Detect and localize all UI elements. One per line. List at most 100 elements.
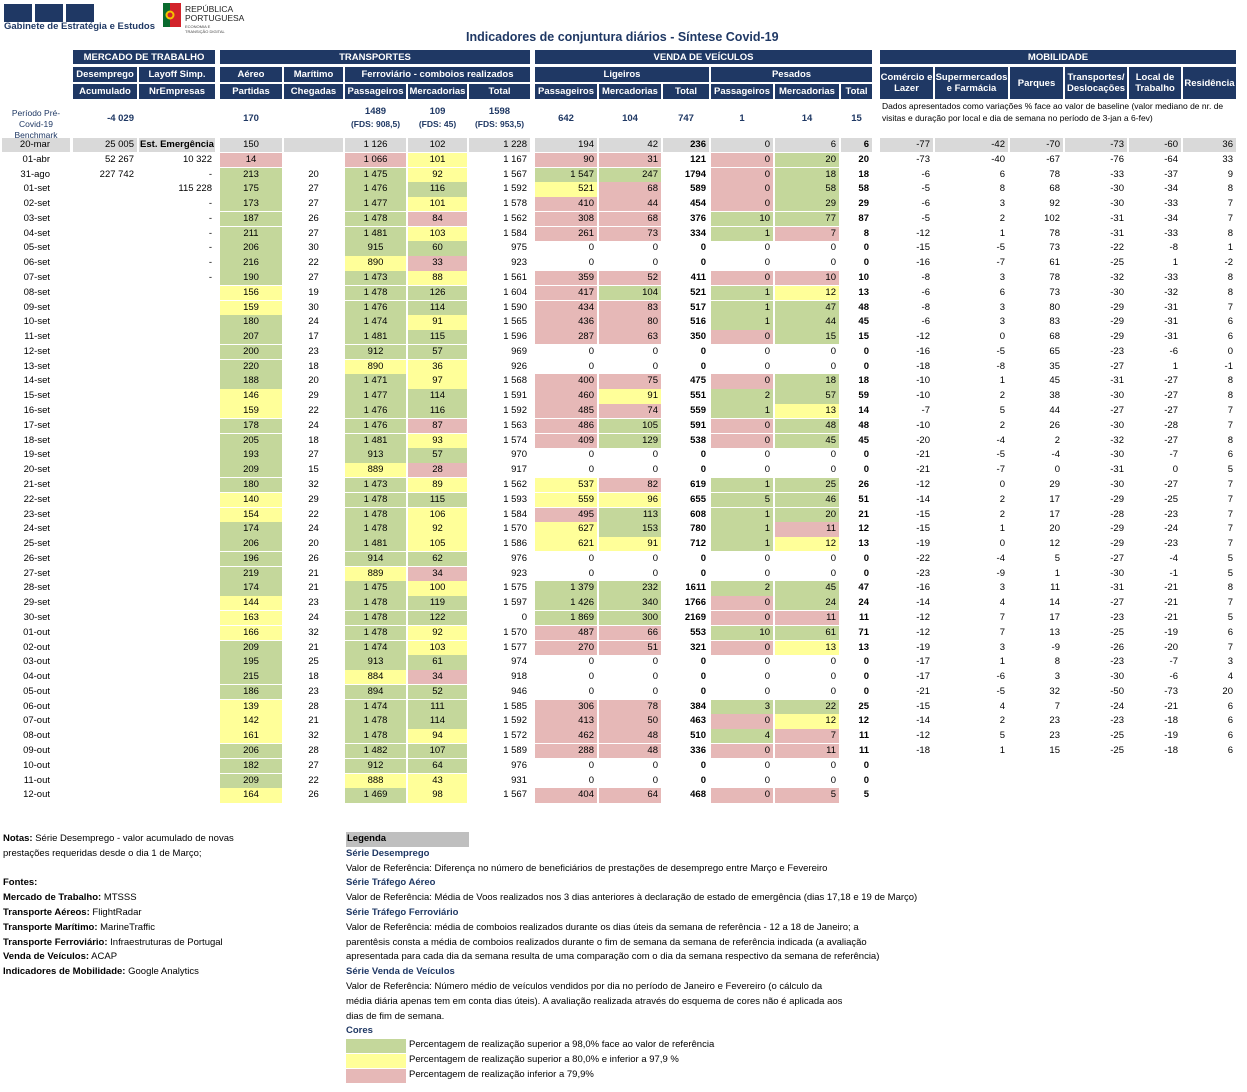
cell-ferro-total: 1 597 xyxy=(503,597,527,609)
cell-pes-mercadorias: 25 xyxy=(775,477,839,493)
cell-maritimo-chegadas: 30 xyxy=(308,242,319,254)
cell-ferro-passageiros: 1 473 xyxy=(345,477,406,493)
cell-pes-mercadorias: 7 xyxy=(775,226,839,241)
cell-transportes: -23 xyxy=(1110,611,1124,623)
source-item: Venda de Veículos: ACAP xyxy=(3,950,234,965)
cell-ferro-total: 1 567 xyxy=(503,789,527,801)
cell-ferro-mercadorias: 62 xyxy=(408,551,467,567)
cell-residencia: 6 xyxy=(1227,316,1233,328)
cell-transportes: -29 xyxy=(1110,538,1124,550)
cell-ferro-mercadorias: 103 xyxy=(408,640,467,655)
cell-comercio: -12 xyxy=(916,331,930,343)
cell-comercio: -6 xyxy=(921,168,930,180)
cell-ferro-total: 1 590 xyxy=(503,301,527,313)
cell-pes-mercadorias: 0 xyxy=(830,360,836,372)
cell-pes-passageiros: 0 xyxy=(711,640,773,655)
cell-pes-passageiros: 0 xyxy=(711,714,773,729)
cell-desemprego xyxy=(73,256,137,270)
cell-lig-passageiros: 495 xyxy=(535,507,597,522)
cell-date: 28-set xyxy=(23,582,50,594)
source-value: ACAP xyxy=(89,951,118,963)
cell-local-trabalho: -34 xyxy=(1164,183,1178,195)
cell-maritimo-chegadas: 15 xyxy=(308,464,319,476)
cell-lig-total: 0 xyxy=(700,567,706,579)
cell-date: 23-set xyxy=(23,508,50,520)
cell-lig-mercadorias: 300 xyxy=(599,610,661,626)
cell-ferro-passageiros: 1 473 xyxy=(345,271,406,286)
cell-lig-total: 0 xyxy=(700,449,706,461)
cell-layoff xyxy=(139,330,215,344)
cell-pes-passageiros: 0 xyxy=(764,257,770,269)
cell-maritimo-chegadas xyxy=(284,153,343,167)
cell-comercio: -73 xyxy=(916,153,930,165)
cell-aereo-partidas: 207 xyxy=(220,330,282,345)
cell-ferro-total: 1 565 xyxy=(503,316,527,328)
cell-ferro-passageiros: 888 xyxy=(345,773,406,788)
cell-supermercados: 6 xyxy=(999,168,1005,180)
hdr-acumulado: Acumulado xyxy=(73,84,137,99)
cell-desemprego xyxy=(73,611,137,625)
legend-title: Legenda xyxy=(346,832,469,847)
cell-layoff xyxy=(139,404,215,418)
cell-lig-total: 591 xyxy=(690,419,706,431)
cell-aereo-partidas: 187 xyxy=(220,211,282,227)
cell-comercio: -8 xyxy=(921,301,930,313)
cell-aereo-partidas: 175 xyxy=(220,182,282,197)
legend-s4-text3: dias de fim de semana. xyxy=(346,1010,445,1022)
cell-ferro-total: 1 586 xyxy=(503,538,527,550)
cell-ferro-passageiros: 1 481 xyxy=(345,537,406,552)
cell-pes-mercadorias: 11 xyxy=(775,522,839,537)
cell-pes-mercadorias: 5 xyxy=(775,788,839,803)
cell-comercio xyxy=(880,788,933,802)
cell-parques: 1 xyxy=(1054,567,1060,579)
cell-residencia: 6 xyxy=(1227,730,1233,742)
cell-lig-mercadorias: 340 xyxy=(599,596,661,611)
cell-ferro-passageiros: 1 477 xyxy=(345,197,406,212)
cell-comercio: -19 xyxy=(916,538,930,550)
cell-ferro-total: 917 xyxy=(511,464,527,476)
cell-ferro-passageiros: 889 xyxy=(345,566,406,581)
cell-pes-passageiros: 0 xyxy=(711,138,773,153)
cell-transportes: -30 xyxy=(1110,183,1124,195)
cell-pes-passageiros: 0 xyxy=(764,464,770,476)
cell-pes-total: 25 xyxy=(858,700,869,712)
cell-pes-total: 13 xyxy=(858,538,869,550)
hdr-pes-total: Total xyxy=(841,84,872,99)
cell-date: 01-out xyxy=(23,626,50,638)
cell-residencia: 7 xyxy=(1227,538,1233,550)
cell-ferro-mercadorias: 92 xyxy=(408,625,467,640)
cell-local-trabalho: -18 xyxy=(1164,715,1178,727)
bench-ferro-pass: 1489 xyxy=(364,106,387,117)
hdr-ferro-total: Total xyxy=(469,84,530,99)
cell-desemprego xyxy=(73,596,137,610)
cell-parques: 3 xyxy=(1054,671,1060,683)
group-mobilidade: MOBILIDADE xyxy=(880,50,1236,64)
cell-lig-mercadorias: 31 xyxy=(599,152,661,168)
cell-date: 19-set xyxy=(23,449,50,461)
cell-lig-total: 336 xyxy=(690,744,706,756)
cell-lig-passageiros: 462 xyxy=(535,729,597,744)
cell-local-trabalho: -6 xyxy=(1169,345,1178,357)
cell-lig-total: 655 xyxy=(690,493,706,505)
cell-transportes: -25 xyxy=(1110,744,1124,756)
cell-lig-passageiros: 0 xyxy=(588,685,594,697)
cell-aereo-partidas: 173 xyxy=(220,197,282,212)
cell-layoff xyxy=(139,774,215,788)
cell-date: 02-out xyxy=(23,641,50,653)
cell-ferro-mercadorias: 88 xyxy=(408,271,467,286)
cell-ferro-mercadorias: 116 xyxy=(408,404,467,419)
cell-layoff xyxy=(139,729,215,743)
cell-parques: -67 xyxy=(1046,153,1060,165)
mobility-note: Dados apresentados como variações % face… xyxy=(882,101,1224,123)
cell-lig-total: 376 xyxy=(690,212,706,224)
cell-layoff xyxy=(139,537,215,551)
cell-aereo-partidas: 209 xyxy=(220,773,282,788)
cell-comercio: -16 xyxy=(916,582,930,594)
cell-parques xyxy=(1010,759,1063,773)
cell-residencia: 8 xyxy=(1227,272,1233,284)
legend-s4-text2: média diária apenas tem em conta dias út… xyxy=(346,995,843,1007)
cell-layoff: - xyxy=(208,257,212,269)
cell-date: 13-set xyxy=(23,360,50,372)
cell-parques: 7 xyxy=(1054,700,1060,712)
cell-desemprego xyxy=(73,567,137,581)
